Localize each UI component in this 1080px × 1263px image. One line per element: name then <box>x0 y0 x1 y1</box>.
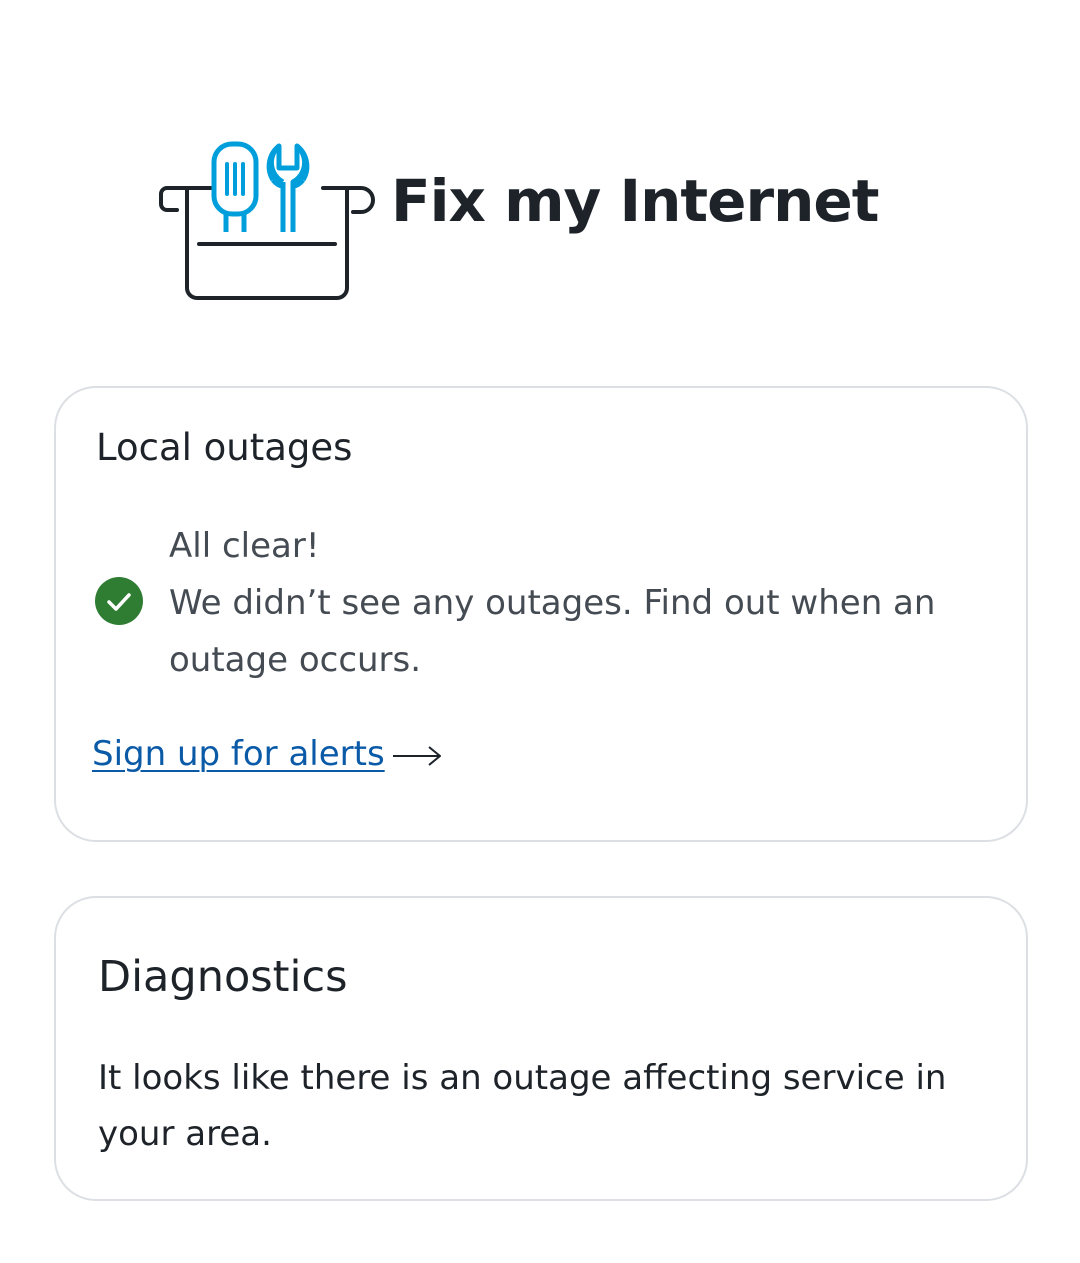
hero-header: Fix my Internet <box>155 138 879 303</box>
status-description: We didn’t see any outages. Find out when… <box>169 583 936 680</box>
diagnostics-heading: Diagnostics <box>98 952 348 1002</box>
outage-status-message: All clear! We didn’t see any outages. Fi… <box>169 518 969 689</box>
diagnostics-message: It looks like there is an outage affecti… <box>98 1058 947 1154</box>
sign-up-for-alerts-link[interactable]: Sign up for alerts <box>92 732 443 776</box>
status-title: All clear! <box>169 526 320 566</box>
local-outages-card: Local outages All clear! We didn’t see a… <box>54 386 1028 842</box>
local-outages-heading: Local outages <box>96 426 353 469</box>
page: Fix my Internet Local outages All clear!… <box>0 0 1080 1263</box>
page-title: Fix my Internet <box>391 167 879 235</box>
arrow-right-icon <box>392 746 441 766</box>
sign-up-for-alerts-label: Sign up for alerts <box>92 734 385 774</box>
diagnostics-card: Diagnostics It looks like there is an ou… <box>54 896 1028 1201</box>
check-circle-icon <box>95 577 143 625</box>
toolbox-icon <box>159 141 375 300</box>
